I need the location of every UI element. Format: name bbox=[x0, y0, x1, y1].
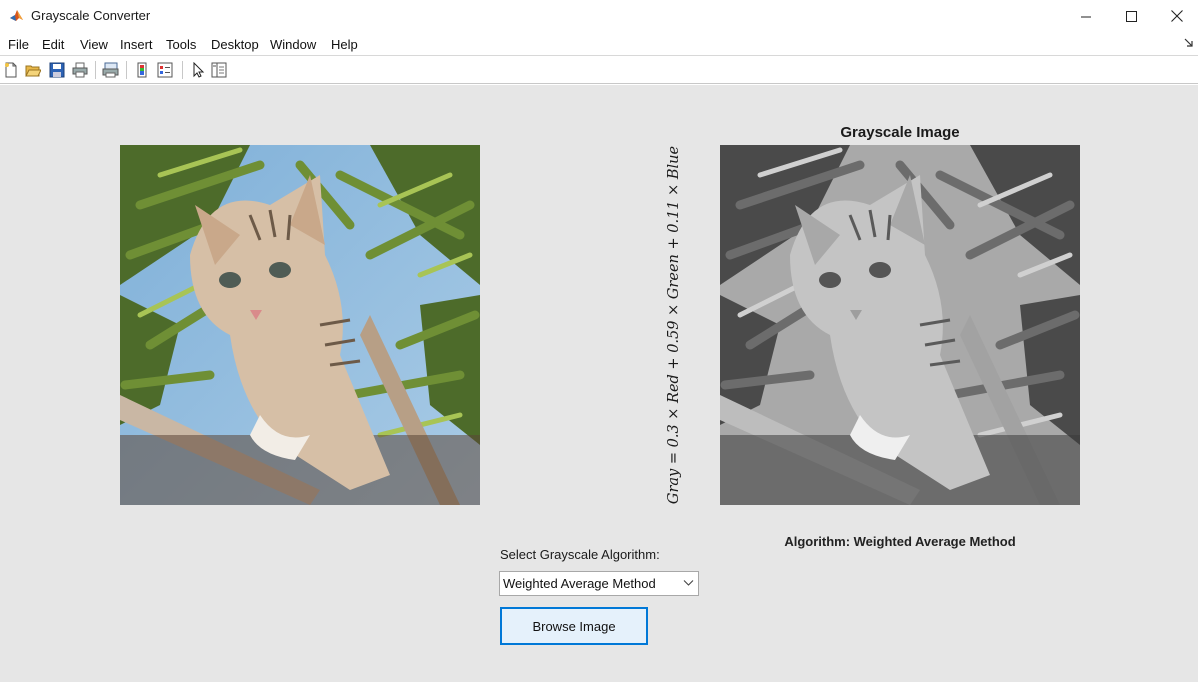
new-figure-button[interactable] bbox=[1, 60, 21, 80]
dropdown-selected-value: Weighted Average Method bbox=[503, 576, 656, 591]
colorbar-icon bbox=[137, 62, 147, 78]
menu-window[interactable]: Window bbox=[270, 37, 316, 52]
menu-tools[interactable]: Tools bbox=[166, 37, 196, 52]
open-file-icon bbox=[25, 65, 41, 77]
menu-edit[interactable]: Edit bbox=[42, 37, 64, 52]
browse-button-label: Browse Image bbox=[532, 618, 616, 634]
menu-help[interactable]: Help bbox=[331, 37, 358, 52]
close-button[interactable] bbox=[1154, 0, 1198, 32]
menu-desktop[interactable]: Desktop bbox=[211, 37, 259, 52]
save-button[interactable] bbox=[47, 60, 67, 80]
pointer-icon bbox=[193, 62, 205, 78]
open-file-button[interactable] bbox=[23, 60, 43, 80]
edit-plot-button[interactable] bbox=[188, 60, 208, 80]
toolbar-separator bbox=[95, 61, 96, 79]
toolbar-separator bbox=[182, 61, 183, 79]
print-icon bbox=[72, 62, 88, 78]
minimize-icon bbox=[1080, 16, 1091, 17]
print-preview-icon bbox=[102, 62, 118, 78]
menu-bar: File Edit View Insert Tools Desktop Wind… bbox=[0, 32, 1198, 56]
matlab-membrane-icon bbox=[10, 10, 23, 21]
close-icon bbox=[1171, 10, 1183, 22]
algorithm-label: Algorithm: Weighted Average Method bbox=[784, 534, 1016, 549]
print-button[interactable] bbox=[70, 60, 90, 80]
save-icon bbox=[49, 62, 65, 78]
minimize-button[interactable] bbox=[1063, 0, 1109, 32]
figure-canvas: Grayscale Image Gray = 0.3 × Red + 0.59 … bbox=[0, 85, 1198, 682]
new-figure-icon bbox=[5, 62, 17, 78]
toolbar-separator bbox=[126, 61, 127, 79]
legend-icon bbox=[157, 62, 173, 78]
window-title: Grayscale Converter bbox=[31, 8, 151, 23]
grayscale-image-title: Grayscale Image bbox=[840, 124, 960, 141]
print-preview-button[interactable] bbox=[100, 60, 120, 80]
title-bar: Grayscale Converter bbox=[0, 0, 1198, 32]
select-algorithm-label: Select Grayscale Algorithm: bbox=[500, 547, 660, 562]
maximize-button[interactable] bbox=[1108, 0, 1154, 32]
formula-text: Gray = 0.3 × Red + 0.59 × Green + 0.11 ×… bbox=[666, 145, 682, 505]
figure-toolbar bbox=[0, 57, 1198, 84]
expand-toolstrip-icon[interactable] bbox=[1184, 38, 1194, 48]
menu-insert[interactable]: Insert bbox=[120, 37, 153, 52]
legend-button[interactable] bbox=[155, 60, 175, 80]
colorbar-button[interactable] bbox=[132, 60, 152, 80]
menu-file[interactable]: File bbox=[8, 37, 29, 52]
original-image bbox=[120, 145, 480, 505]
grayscale-image bbox=[720, 145, 1080, 505]
browse-image-button[interactable]: Browse Image bbox=[500, 607, 648, 645]
property-inspector-button[interactable] bbox=[209, 60, 229, 80]
property-inspector-icon bbox=[211, 62, 227, 78]
chevron-down-icon bbox=[683, 580, 694, 586]
maximize-icon bbox=[1125, 10, 1137, 22]
menu-view[interactable]: View bbox=[80, 37, 108, 52]
algorithm-dropdown[interactable]: Weighted Average Method bbox=[499, 571, 699, 596]
